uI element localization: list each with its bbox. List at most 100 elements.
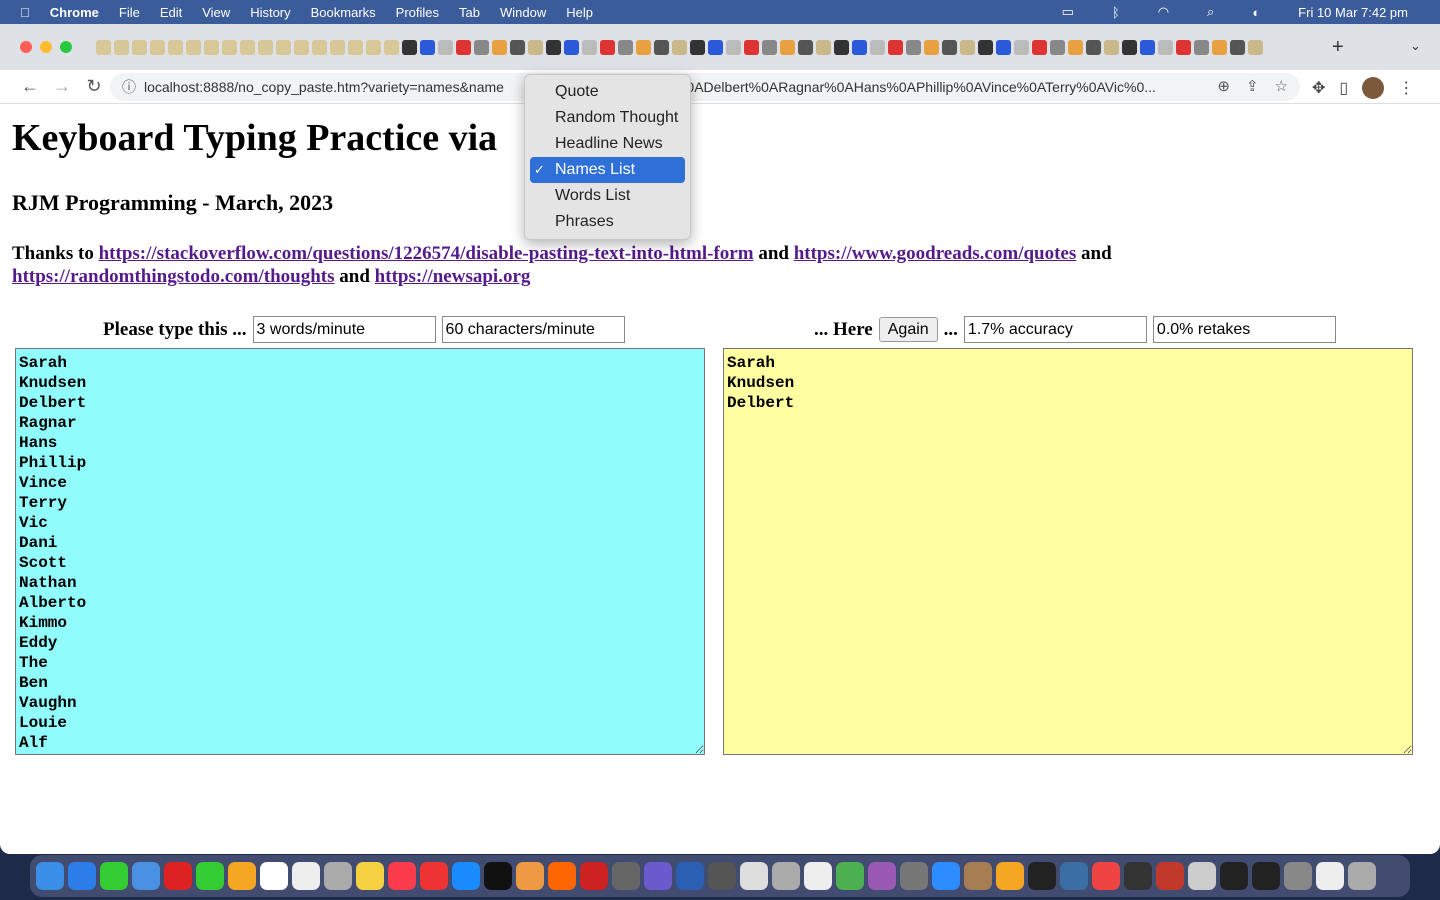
tab-favicon[interactable] xyxy=(924,39,939,55)
tab-favicon[interactable] xyxy=(996,39,1011,55)
clock[interactable]: Fri 10 Mar 7:42 pm xyxy=(1298,5,1408,20)
reload-icon[interactable]: ↻ xyxy=(78,76,110,97)
dock-app-icon[interactable] xyxy=(900,862,928,890)
tab-favicon[interactable] xyxy=(1050,39,1065,55)
dock-app-icon[interactable] xyxy=(420,862,448,890)
dock-app-icon[interactable] xyxy=(580,862,608,890)
tab-favicon[interactable] xyxy=(780,39,795,55)
apple-menu-icon[interactable]:  xyxy=(20,5,30,20)
tab-favicon[interactable] xyxy=(240,39,255,55)
tab-favicon[interactable] xyxy=(564,39,579,55)
zoom-window-button[interactable] xyxy=(60,41,72,53)
tab-favicon[interactable] xyxy=(1194,39,1209,55)
dock-app-icon[interactable] xyxy=(132,862,160,890)
cpm-field[interactable] xyxy=(441,316,625,343)
link-newsapi[interactable]: https://newsapi.org xyxy=(375,266,531,287)
dock-app-icon[interactable] xyxy=(772,862,800,890)
dock-app-icon[interactable] xyxy=(356,862,384,890)
dock-app-icon[interactable] xyxy=(676,862,704,890)
dock-app-icon[interactable] xyxy=(996,862,1024,890)
dock-app-icon[interactable] xyxy=(484,862,512,890)
source-textarea[interactable] xyxy=(15,348,705,755)
tab-favicon[interactable] xyxy=(366,39,381,55)
dock-app-icon[interactable] xyxy=(1092,862,1120,890)
tab-favicon[interactable] xyxy=(960,39,975,55)
dock-app-icon[interactable] xyxy=(324,862,352,890)
typing-textarea[interactable] xyxy=(723,348,1413,755)
dock-app-icon[interactable] xyxy=(740,862,768,890)
dock-app-icon[interactable] xyxy=(452,862,480,890)
close-window-button[interactable] xyxy=(20,41,32,53)
tab-favicon[interactable] xyxy=(276,39,291,55)
site-info-icon[interactable]: ⓘ xyxy=(122,77,136,97)
tab-favicon[interactable] xyxy=(906,39,921,55)
wpm-field[interactable] xyxy=(252,316,436,343)
dock-app-icon[interactable] xyxy=(548,862,576,890)
share-icon[interactable]: ⇪ xyxy=(1246,77,1259,95)
dock-app-icon[interactable] xyxy=(100,862,128,890)
tab-favicon[interactable] xyxy=(672,39,687,55)
tab-favicon[interactable] xyxy=(762,39,777,55)
tab-favicon[interactable] xyxy=(420,39,435,55)
tab-favicon[interactable] xyxy=(708,39,723,55)
tab-favicon[interactable] xyxy=(1140,39,1155,55)
option-headline-news[interactable]: Headline News xyxy=(530,131,685,157)
tab-favicon[interactable] xyxy=(402,39,417,55)
tab-favicon[interactable] xyxy=(942,39,957,55)
tab-favicon[interactable] xyxy=(1014,39,1029,55)
tab-favicon[interactable] xyxy=(294,39,309,55)
option-phrases[interactable]: Phrases xyxy=(530,209,685,235)
tab-favicon[interactable] xyxy=(1122,39,1137,55)
tab-favicon[interactable] xyxy=(1230,39,1245,55)
tab-favicon[interactable] xyxy=(546,39,561,55)
tab-favicon[interactable] xyxy=(312,39,327,55)
menu-tab[interactable]: Tab xyxy=(459,5,480,20)
menu-history[interactable]: History xyxy=(250,5,290,20)
option-quote[interactable]: Quote xyxy=(530,79,685,105)
dock-app-icon[interactable] xyxy=(612,862,640,890)
menu-help[interactable]: Help xyxy=(566,5,593,20)
dock-app-icon[interactable] xyxy=(1348,862,1376,890)
tab-favicon[interactable] xyxy=(582,39,597,55)
tab-favicon[interactable] xyxy=(834,39,849,55)
dock-app-icon[interactable] xyxy=(708,862,736,890)
tab-favicon[interactable] xyxy=(456,39,471,55)
tab-favicon[interactable] xyxy=(384,39,399,55)
tab-favicon[interactable] xyxy=(726,39,741,55)
variety-dropdown-menu[interactable]: Quote Random Thought Headline News ✓ Name… xyxy=(524,74,691,240)
address-bar[interactable]: ⓘ localhost:8888/no_copy_paste.htm?varie… xyxy=(110,73,1300,101)
search-icon[interactable]: ⌕ xyxy=(1207,4,1214,20)
dock-app-icon[interactable] xyxy=(964,862,992,890)
option-names-list[interactable]: ✓ Names List xyxy=(530,157,685,183)
tab-favicon[interactable] xyxy=(474,39,489,55)
control-center-icon[interactable]: ◐ xyxy=(1252,5,1260,20)
tab-favicon[interactable] xyxy=(870,39,885,55)
tab-favicon[interactable] xyxy=(114,39,129,55)
dock-app-icon[interactable] xyxy=(804,862,832,890)
retakes-field[interactable] xyxy=(1152,316,1336,343)
tab-favicon[interactable] xyxy=(1104,39,1119,55)
link-stackoverflow[interactable]: https://stackoverflow.com/questions/1226… xyxy=(99,243,754,264)
minimize-window-button[interactable] xyxy=(40,41,52,53)
tab-favicon[interactable] xyxy=(690,39,705,55)
dock-app-icon[interactable] xyxy=(1316,862,1344,890)
back-icon[interactable]: ← xyxy=(14,76,46,97)
profile-avatar[interactable] xyxy=(1362,77,1385,99)
dock-app-icon[interactable] xyxy=(388,862,416,890)
side-panel-icon[interactable]: ▯ xyxy=(1339,78,1348,98)
dock-app-icon[interactable] xyxy=(836,862,864,890)
tab-favicon[interactable] xyxy=(330,39,345,55)
menu-bookmarks[interactable]: Bookmarks xyxy=(311,5,376,20)
dock-app-icon[interactable] xyxy=(1252,862,1280,890)
menu-file[interactable]: File xyxy=(119,5,140,20)
dock-app-icon[interactable] xyxy=(1028,862,1056,890)
zoom-icon[interactable]: ⊕ xyxy=(1217,77,1230,95)
tab-favicon[interactable] xyxy=(258,39,273,55)
tab-favicon[interactable] xyxy=(654,39,669,55)
tab-favicon[interactable] xyxy=(636,39,651,55)
menu-edit[interactable]: Edit xyxy=(160,5,182,20)
tab-favicon[interactable] xyxy=(1086,39,1101,55)
bookmark-star-icon[interactable]: ☆ xyxy=(1275,77,1288,95)
menu-window[interactable]: Window xyxy=(500,5,546,20)
link-goodreads[interactable]: https://www.goodreads.com/quotes xyxy=(794,243,1077,264)
